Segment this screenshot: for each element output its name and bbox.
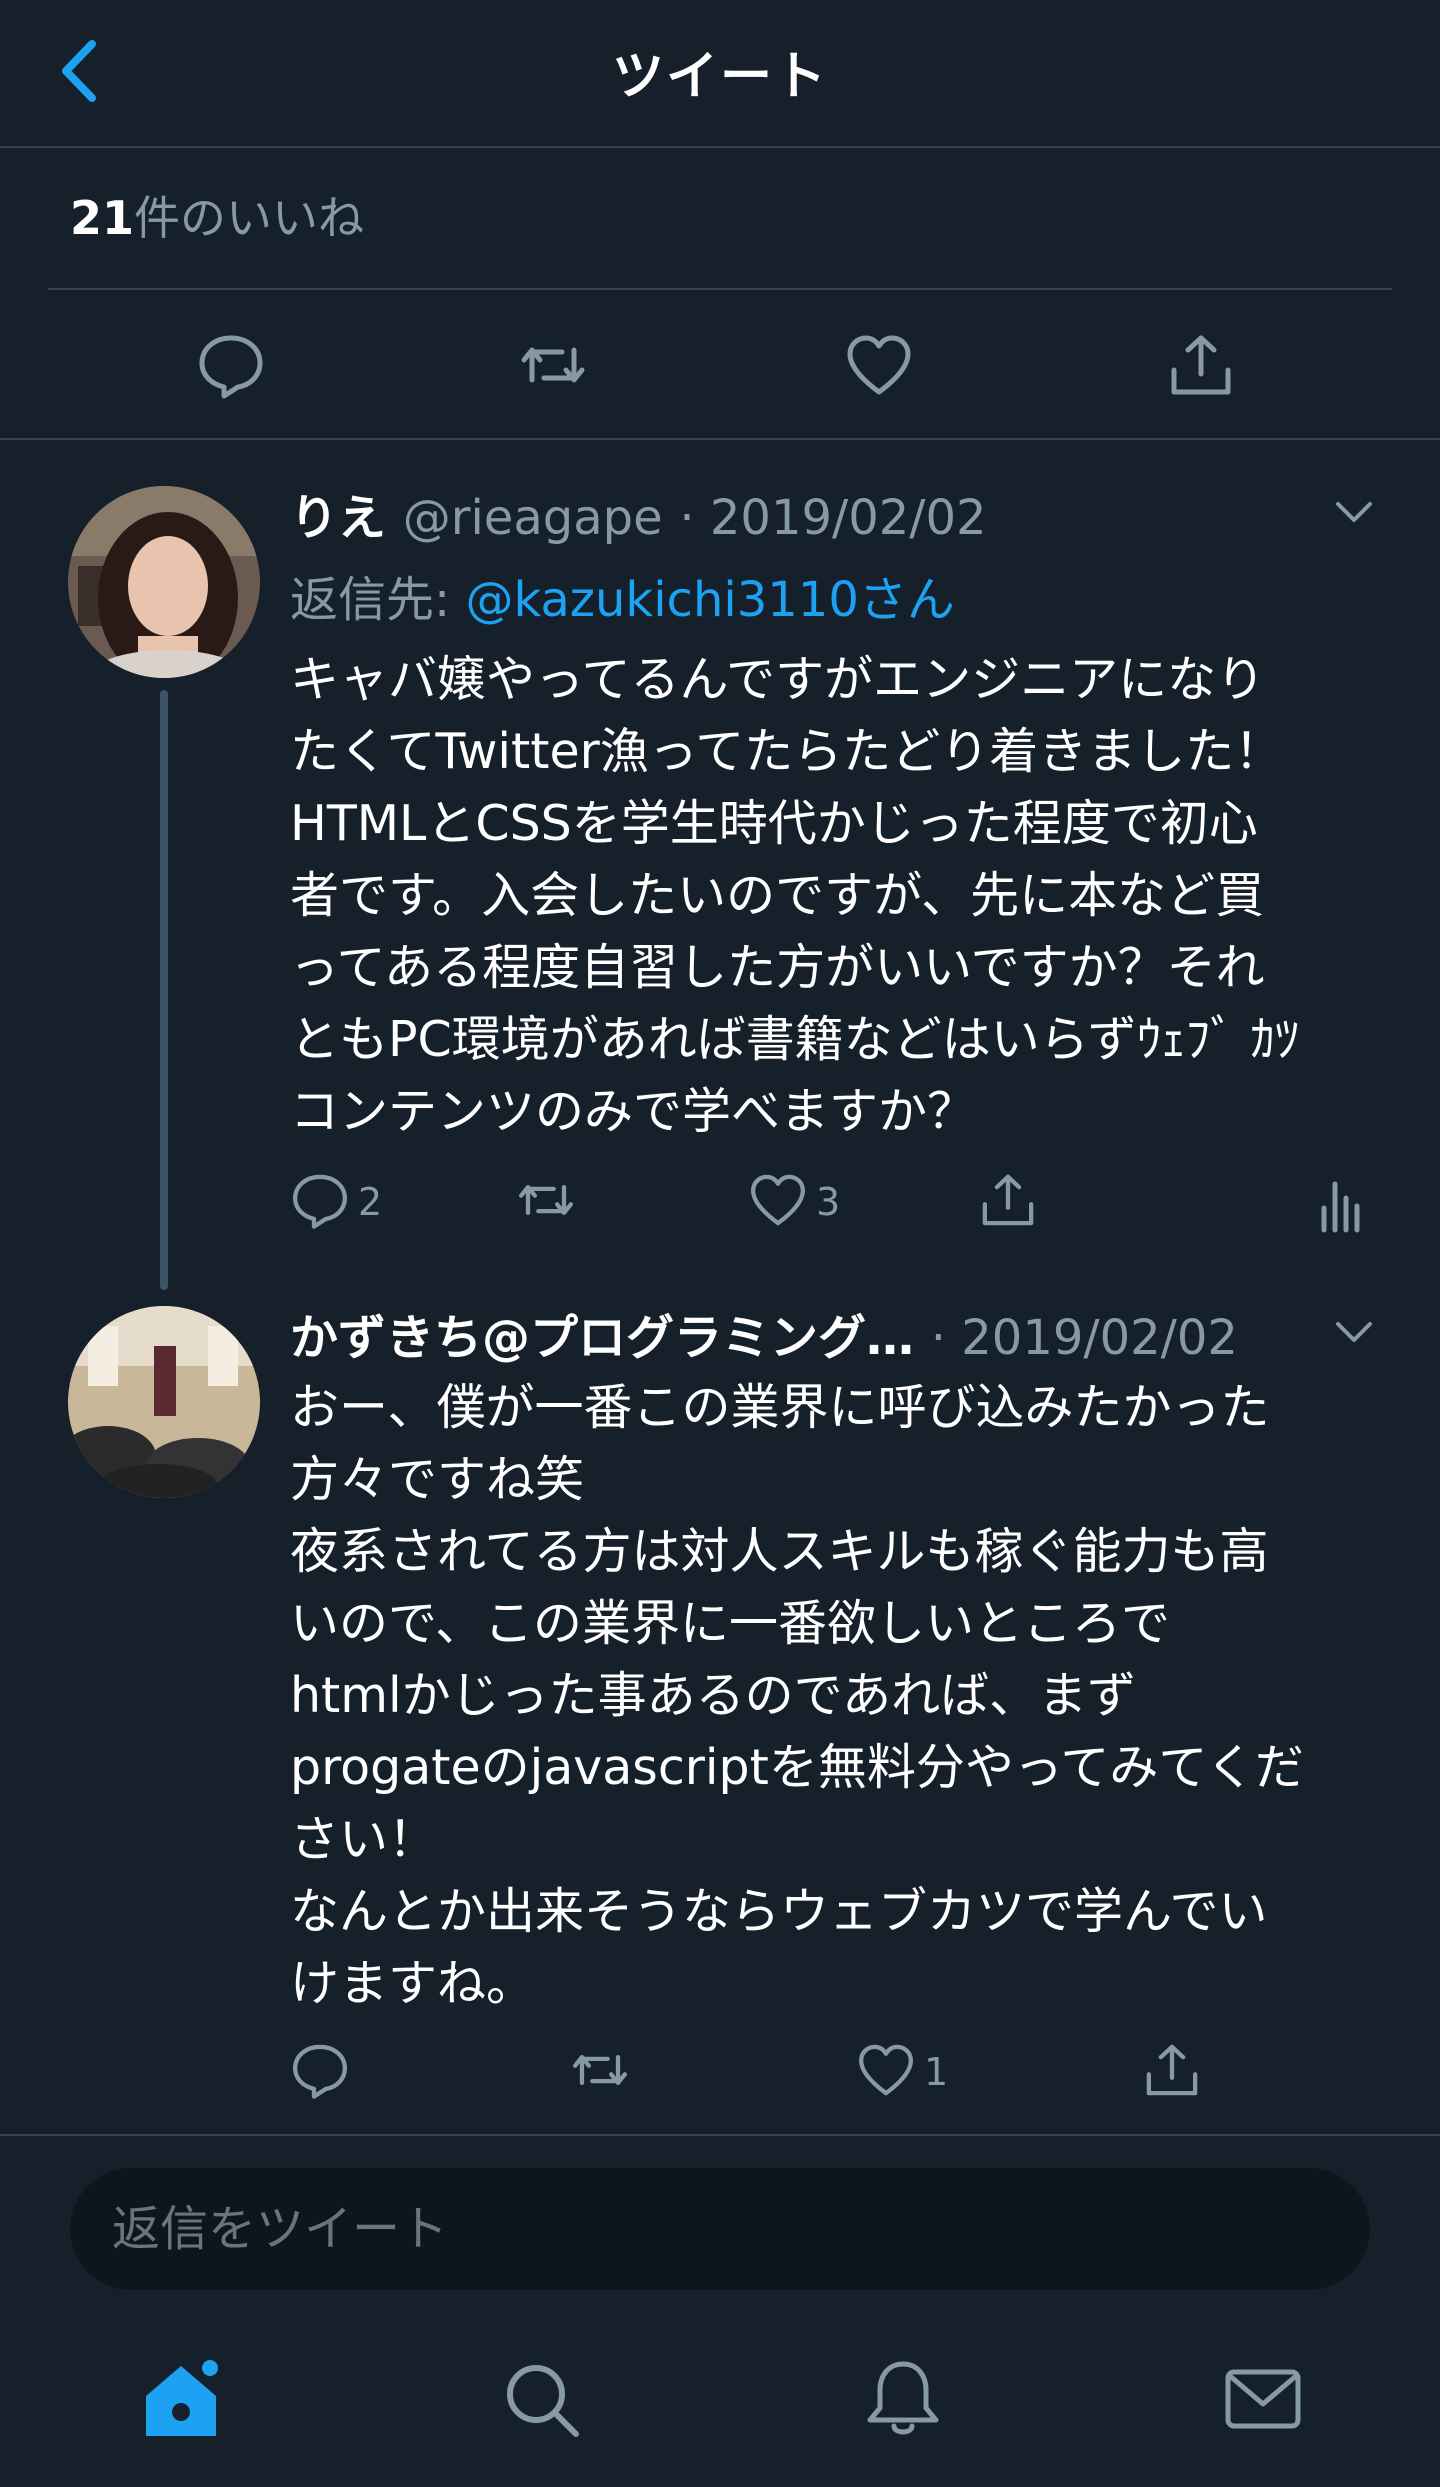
like-count: 1 bbox=[924, 2050, 949, 2094]
bottom-nav bbox=[0, 2330, 1440, 2487]
avatar[interactable] bbox=[68, 486, 260, 678]
messages-icon[interactable] bbox=[1218, 2354, 1308, 2444]
share-icon bbox=[1146, 2044, 1198, 2096]
retweet-icon[interactable] bbox=[518, 330, 588, 400]
reply-icon bbox=[293, 1174, 347, 1229]
reply-to-label: 返信先: bbox=[290, 572, 466, 628]
like-count: 3 bbox=[816, 1180, 841, 1224]
like-icon bbox=[751, 1174, 805, 1226]
tweet-text: おー、僕が一番この業界に呼び込みたかった 方々ですね笑 夜系されてる方は対人スキ… bbox=[290, 1379, 1304, 2012]
avatar-photo bbox=[68, 1306, 260, 1498]
avatar[interactable] bbox=[68, 1306, 260, 1498]
display-name: かずきち@プログラミング… bbox=[290, 1310, 915, 1366]
header: ツイート bbox=[0, 0, 1440, 148]
retweet-icon bbox=[519, 1185, 573, 1215]
share-action[interactable] bbox=[978, 1170, 1048, 1240]
likes-count: 21 bbox=[70, 191, 135, 245]
notifications-icon[interactable] bbox=[858, 2354, 948, 2444]
share-action[interactable] bbox=[1142, 2040, 1212, 2110]
tweet-text: キャバ嬢やってるんですがエンジニアになり たくてTwitter漁ってたらたどり着… bbox=[290, 651, 1300, 1140]
retweet-action[interactable] bbox=[570, 2040, 650, 2110]
like-icon[interactable] bbox=[844, 330, 914, 400]
reply-input[interactable]: 返信をツイート bbox=[70, 2168, 1370, 2290]
thread-connector bbox=[160, 690, 168, 1290]
likes-summary[interactable]: 21件のいいね bbox=[70, 182, 364, 248]
search-icon[interactable] bbox=[496, 2354, 586, 2444]
tweet-author[interactable]: かずきち@プログラミング… · 2019/02/02 bbox=[290, 1298, 1238, 1368]
analytics-icon[interactable] bbox=[1318, 1178, 1362, 1234]
page-title: ツイート bbox=[611, 47, 828, 107]
like-icon bbox=[859, 2044, 913, 2096]
reply-action[interactable] bbox=[290, 2040, 370, 2110]
like-action[interactable]: 3 bbox=[748, 1170, 908, 1240]
display-name: りえ bbox=[290, 490, 387, 546]
share-icon[interactable] bbox=[1166, 330, 1236, 400]
likes-label: 件のいいね bbox=[134, 191, 365, 245]
reply-icon bbox=[293, 2044, 347, 2099]
retweet-icon bbox=[573, 2055, 627, 2085]
reply-count: 2 bbox=[358, 1180, 383, 1224]
avatar-photo bbox=[68, 486, 260, 678]
tweet-date: · 2019/02/02 bbox=[679, 490, 987, 546]
replying-to: 返信先: @kazukichi3110さん bbox=[290, 560, 955, 630]
tweet-date: · 2019/02/02 bbox=[930, 1310, 1238, 1366]
main-tweet-actions bbox=[0, 290, 1440, 440]
divider bbox=[0, 2134, 1440, 2136]
chevron-down-icon[interactable] bbox=[1332, 1310, 1376, 1354]
reply-icon[interactable] bbox=[196, 330, 266, 400]
tweet-author[interactable]: りえ @rieagape · 2019/02/02 bbox=[290, 478, 987, 548]
reply-to-mention[interactable]: @kazukichi3110さん bbox=[465, 572, 954, 628]
reply-action[interactable]: 2 bbox=[290, 1170, 450, 1240]
retweet-action[interactable] bbox=[516, 1170, 636, 1240]
handle: @rieagape bbox=[402, 490, 663, 546]
like-action[interactable]: 1 bbox=[856, 2040, 986, 2110]
share-icon bbox=[982, 1174, 1034, 1226]
chevron-down-icon[interactable] bbox=[1332, 490, 1376, 534]
home-icon[interactable] bbox=[136, 2354, 226, 2444]
